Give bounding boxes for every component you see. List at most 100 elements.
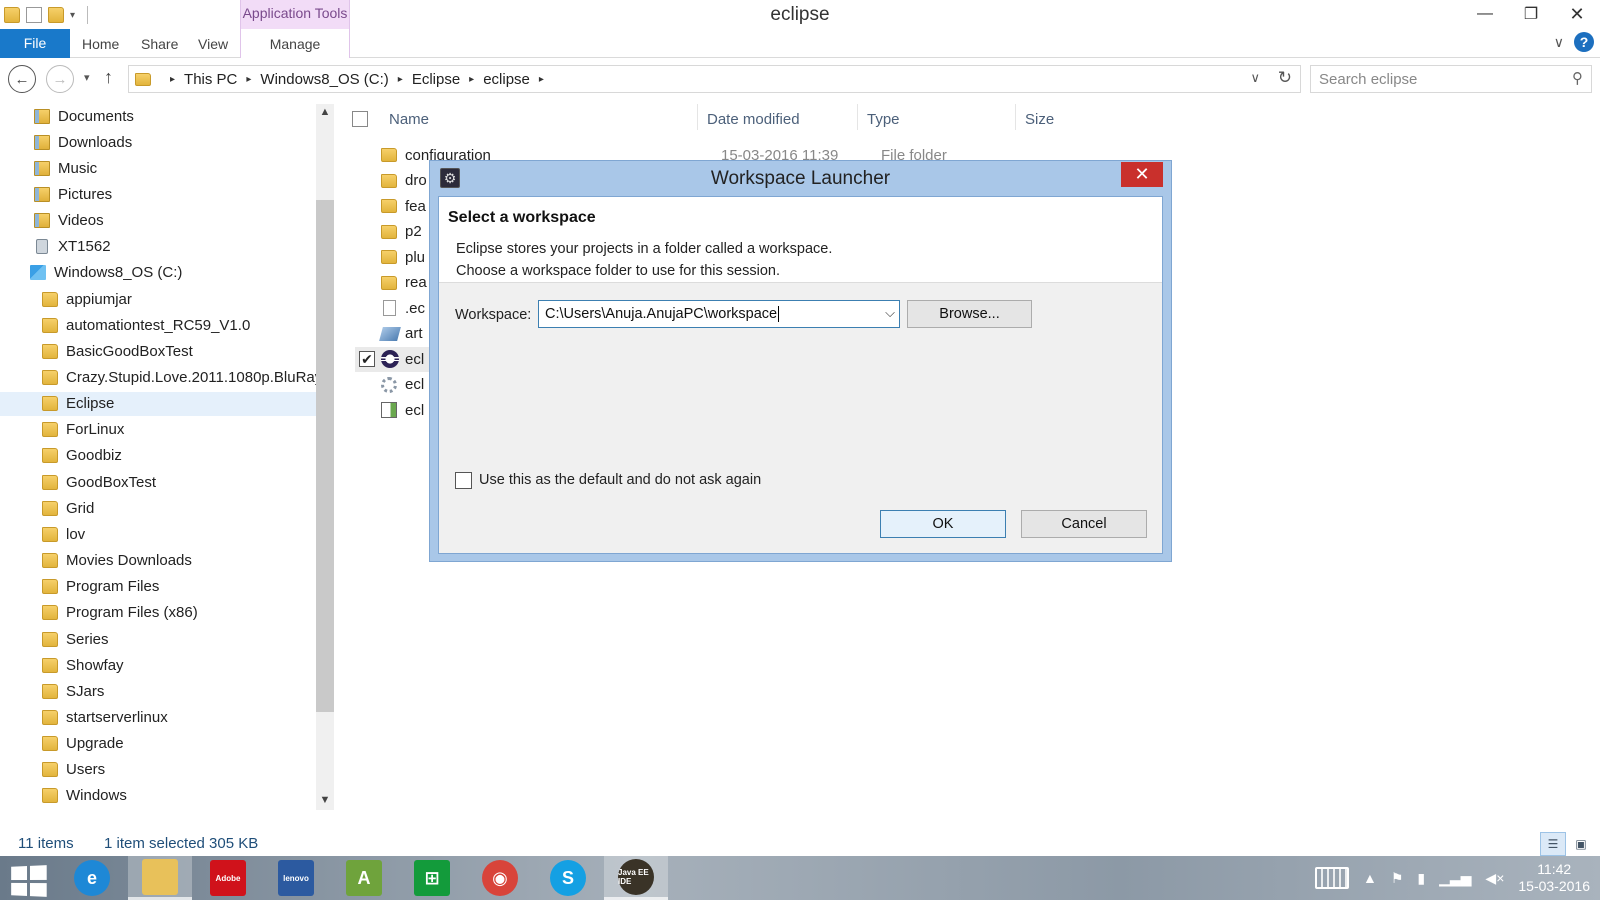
action-center-icon[interactable]: ⚑ <box>1391 870 1404 887</box>
tree-item[interactable]: Crazy.Stupid.Love.2011.1080p.BluRay.H <box>0 366 316 390</box>
address-history-icon[interactable]: ∨ <box>1250 70 1260 86</box>
workspace-path-value[interactable]: C:\Users\Anuja.AnujaPC\workspace <box>545 306 777 322</box>
up-button[interactable]: ↑ <box>104 67 113 88</box>
show-hidden-icons-icon[interactable]: ▲ <box>1363 870 1377 886</box>
tree-item[interactable]: Movies Downloads <box>0 549 316 573</box>
tree-item[interactable]: Program Files (x86) <box>0 601 316 625</box>
tree-item-label: SJars <box>66 682 105 700</box>
close-window-button[interactable]: ✕ <box>1554 0 1600 28</box>
search-icon[interactable]: ⚲ <box>1572 69 1583 87</box>
tree-item[interactable]: Pictures <box>0 182 316 206</box>
back-button[interactable]: ← <box>8 65 36 93</box>
tree-item[interactable]: Windows8_OS (C:) <box>0 261 316 285</box>
tree-item[interactable]: Upgrade <box>0 732 316 756</box>
navigation-pane-scrollbar[interactable]: ▲ ▼ <box>316 104 334 810</box>
tree-item[interactable]: Windows <box>0 784 316 808</box>
tree-item[interactable]: Goodbiz <box>0 444 316 468</box>
tree-item[interactable]: Documents <box>0 104 316 128</box>
chevron-down-icon[interactable]: ⌵ <box>885 305 895 321</box>
tree-item[interactable]: automationtest_RC59_V1.0 <box>0 313 316 337</box>
breadcrumb-separator[interactable]: ▸ <box>170 74 175 85</box>
maximize-button[interactable]: ❐ <box>1508 0 1554 28</box>
tab-manage[interactable]: Manage <box>240 29 350 58</box>
drive-icon <box>30 265 46 281</box>
recent-locations-icon[interactable]: ▾ <box>84 71 90 84</box>
tree-item[interactable]: Users <box>0 758 316 782</box>
taskbar-chrome[interactable]: ◉ <box>468 856 532 900</box>
refresh-icon[interactable]: ↻ <box>1278 68 1292 88</box>
ok-button[interactable]: OK <box>880 510 1006 538</box>
tree-item[interactable]: Program Files <box>0 575 316 599</box>
network-icon[interactable]: ▁▃▅ <box>1439 870 1471 887</box>
properties-icon[interactable] <box>26 7 42 23</box>
clock[interactable]: 11:42 15-03-2016 <box>1518 861 1590 895</box>
start-button[interactable] <box>11 865 47 897</box>
taskbar-skype[interactable]: S <box>536 856 600 900</box>
tree-item[interactable]: Showfay <box>0 653 316 677</box>
taskbar-eclipse-ide[interactable]: Java EE IDE <box>604 856 668 900</box>
help-icon[interactable]: ? <box>1574 32 1594 52</box>
breadcrumb-eclipse-parent[interactable]: Eclipse <box>412 71 460 88</box>
tab-view[interactable]: View <box>198 29 228 58</box>
taskbar-adobe[interactable]: Adobe <box>196 856 260 900</box>
column-header-type[interactable]: Type <box>867 104 900 134</box>
folder-icon[interactable] <box>4 7 20 23</box>
taskbar-internet-explorer[interactable]: e <box>60 856 124 900</box>
tree-item[interactable]: XT1562 <box>0 235 316 259</box>
tree-item[interactable]: Eclipse <box>0 391 316 416</box>
tree-item[interactable]: GoodBoxTest <box>0 470 316 494</box>
column-header-date-modified[interactable]: Date modified <box>707 104 800 134</box>
scroll-down-icon[interactable]: ▼ <box>316 794 334 806</box>
breadcrumb-this-pc[interactable]: This PC <box>184 71 237 88</box>
tree-item[interactable]: ForLinux <box>0 418 316 442</box>
tree-item[interactable]: Videos <box>0 209 316 233</box>
scroll-up-icon[interactable]: ▲ <box>316 106 334 118</box>
taskbar-store[interactable]: ⊞ <box>400 856 464 900</box>
forward-button[interactable]: → <box>46 65 74 93</box>
details-view-icon[interactable]: ☰ <box>1540 832 1566 856</box>
taskbar-android-studio[interactable]: A <box>332 856 396 900</box>
tree-item[interactable]: startserverlinux <box>0 705 316 729</box>
customize-qat-icon[interactable]: ▾ <box>70 10 75 21</box>
breadcrumb-separator[interactable]: ▸ <box>469 74 474 85</box>
breadcrumb-separator[interactable]: ▸ <box>539 74 544 85</box>
touch-keyboard-icon[interactable] <box>1314 867 1349 889</box>
new-folder-icon[interactable] <box>48 7 64 23</box>
cancel-button[interactable]: Cancel <box>1021 510 1147 538</box>
breadcrumb-eclipse[interactable]: eclipse <box>483 71 530 88</box>
address-bar[interactable]: ▸ This PC ▸ Windows8_OS (C:) ▸ Eclipse ▸… <box>128 65 1301 93</box>
browse-button[interactable]: Browse... <box>907 300 1032 328</box>
expand-ribbon-icon[interactable]: ∨ <box>1554 34 1564 51</box>
breadcrumb-separator[interactable]: ▸ <box>398 74 403 85</box>
dialog-close-button[interactable]: ✕ <box>1121 162 1163 187</box>
tree-item[interactable]: BasicGoodBoxTest <box>0 339 316 363</box>
tab-share[interactable]: Share <box>141 29 178 58</box>
tree-item[interactable]: Grid <box>0 496 316 520</box>
volume-muted-icon[interactable]: ◀× <box>1485 870 1504 887</box>
tree-item[interactable]: appiumjar <box>0 287 316 311</box>
large-icons-view-icon[interactable]: ▣ <box>1568 832 1594 856</box>
taskbar-lenovo[interactable]: lenovo <box>264 856 328 900</box>
taskbar-file-explorer[interactable] <box>128 856 192 900</box>
scrollbar-thumb[interactable] <box>316 200 334 712</box>
column-header-size[interactable]: Size <box>1025 104 1054 134</box>
quick-access-toolbar: ▾ <box>0 0 89 30</box>
select-all-checkbox[interactable] <box>352 111 368 127</box>
workspace-combobox[interactable]: C:\Users\Anuja.AnujaPC\workspace ⌵ <box>538 300 900 328</box>
battery-icon[interactable]: ▮ <box>1417 870 1425 887</box>
default-workspace-checkbox[interactable] <box>455 472 472 489</box>
breadcrumb-separator[interactable]: ▸ <box>246 74 251 85</box>
minimize-button[interactable]: — <box>1462 0 1508 28</box>
row-checkbox[interactable]: ✔ <box>359 351 375 367</box>
tree-item[interactable]: Downloads <box>0 130 316 154</box>
tab-home[interactable]: Home <box>82 29 119 58</box>
default-workspace-checkbox-label[interactable]: Use this as the default and do not ask a… <box>479 472 761 488</box>
search-input[interactable]: Search eclipse ⚲ <box>1310 65 1592 93</box>
tab-file[interactable]: File <box>0 29 70 58</box>
column-header-name[interactable]: Name <box>389 104 429 134</box>
tree-item[interactable]: Music <box>0 156 316 180</box>
tree-item[interactable]: lov <box>0 522 316 546</box>
breadcrumb-drive[interactable]: Windows8_OS (C:) <box>260 71 388 88</box>
tree-item[interactable]: SJars <box>0 679 316 703</box>
tree-item[interactable]: Series <box>0 627 316 651</box>
